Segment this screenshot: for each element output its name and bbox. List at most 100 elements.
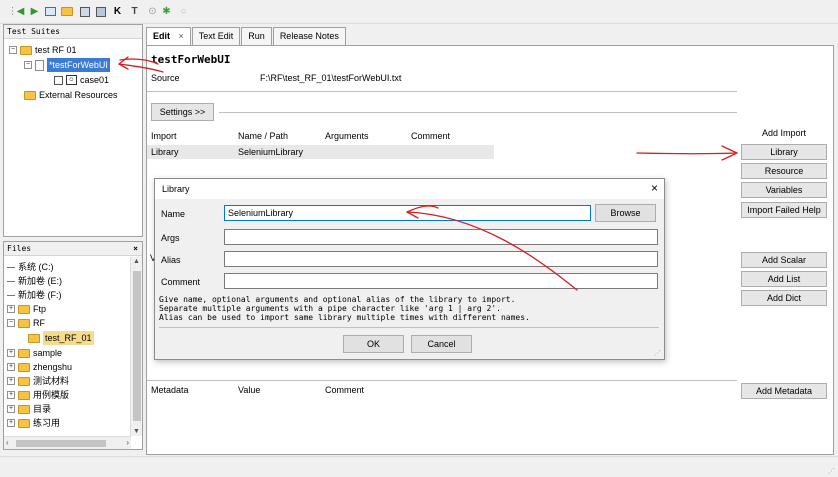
args-label: Args [161, 233, 180, 243]
file-item[interactable]: + zhengshu [7, 360, 72, 374]
alias-input[interactable] [224, 251, 658, 267]
file-item-label: 新加卷 (E:) [18, 276, 62, 286]
file-item[interactable]: 新加卷 (E:) [7, 274, 62, 288]
file-item[interactable]: + 用例模版 [7, 388, 69, 402]
circle-icon[interactable]: ○ [177, 5, 190, 18]
args-input[interactable] [224, 229, 658, 245]
add-scalar-button[interactable]: Add Scalar [741, 252, 827, 268]
stop-icon[interactable]: ✱ [160, 5, 173, 18]
test-suites-title: Test Suites [4, 25, 142, 39]
browse-button[interactable]: Browse [595, 204, 656, 222]
tab-run[interactable]: Run [241, 27, 272, 45]
scroll-left-icon[interactable]: ‹ [6, 438, 9, 447]
tree-item-case01[interactable]: ☺ case01 [54, 73, 109, 87]
scroll-down-icon[interactable]: ▼ [133, 428, 140, 435]
add-metadata-button[interactable]: Add Metadata [741, 383, 827, 399]
collapse-icon[interactable]: − [9, 46, 17, 54]
library-button[interactable]: Library [741, 144, 827, 160]
collapse-icon[interactable]: − [7, 319, 15, 327]
settings-button[interactable]: Settings >> [151, 103, 214, 121]
resource-button[interactable]: Resource [741, 163, 827, 179]
cancel-button[interactable]: Cancel [411, 335, 472, 353]
horizontal-scrollbar[interactable]: ‹ › [4, 436, 131, 449]
folder-icon [28, 333, 40, 343]
expand-icon[interactable]: + [7, 391, 15, 399]
file-item[interactable]: 新加卷 (F:) [7, 288, 62, 302]
file-item[interactable]: + 测试材料 [7, 374, 69, 388]
folder-icon [18, 348, 30, 358]
file-item[interactable]: test_RF_01 [28, 331, 94, 345]
metadata-table-header: Metadata Value Comment [147, 380, 737, 398]
run-icon[interactable]: ⊙ [146, 5, 159, 18]
tree-item-label: test RF 01 [35, 45, 77, 55]
file-item-label: 目录 [33, 404, 52, 414]
status-bar: ⋰ [0, 456, 838, 477]
file-item[interactable]: + 目录 [7, 402, 51, 416]
tab-release-notes[interactable]: Release Notes [272, 27, 346, 45]
file-item[interactable]: + Ftp [7, 302, 46, 316]
dialog-title: Library [162, 184, 190, 194]
scroll-up-icon[interactable]: ▲ [133, 258, 140, 265]
name-input[interactable]: SeleniumLibrary [224, 205, 591, 221]
expand-icon[interactable]: + [7, 419, 15, 427]
file-item-label: RF [33, 318, 45, 328]
tab-text-edit[interactable]: Text Edit [191, 27, 241, 45]
save-icon[interactable] [78, 5, 91, 18]
add-dict-button[interactable]: Add Dict [741, 290, 827, 306]
folder-icon [18, 362, 30, 372]
keyword-icon[interactable]: K [111, 5, 124, 18]
back-arrow-icon[interactable]: ◀ [14, 5, 27, 18]
expand-icon[interactable]: + [7, 363, 15, 371]
tree-item-label: case01 [80, 75, 110, 85]
scroll-thumb[interactable] [16, 440, 106, 447]
column-header: Metadata [151, 385, 189, 395]
table-cell[interactable]: SeleniumLibrary [238, 145, 303, 159]
scroll-thumb[interactable] [133, 271, 141, 421]
forward-arrow-icon[interactable]: ▶ [28, 5, 41, 18]
ok-button[interactable]: OK [343, 335, 404, 353]
expand-icon[interactable]: + [7, 305, 15, 313]
folder-icon[interactable] [60, 5, 73, 18]
save-all-icon[interactable] [94, 5, 107, 18]
close-icon[interactable]: × [133, 242, 142, 255]
table-cell[interactable]: Library [151, 145, 179, 159]
import-failed-help-button[interactable]: Import Failed Help [741, 202, 827, 218]
dialog-title-bar: Library × [155, 179, 664, 199]
tree-item-external-resources[interactable]: External Resources [24, 88, 118, 102]
add-list-button[interactable]: Add List [741, 271, 827, 287]
table-row[interactable]: Library SeleniumLibrary [147, 145, 494, 159]
comment-input[interactable] [224, 273, 658, 289]
file-item[interactable]: 系统 (C:) [7, 260, 54, 274]
file-item-label: 练习用 [33, 418, 61, 428]
file-item[interactable]: + sample [7, 346, 62, 360]
tree-item-testforwebui[interactable]: − *testForWebUI [24, 58, 110, 72]
expand-icon[interactable]: + [7, 405, 15, 413]
file-item-label: 用例模版 [33, 390, 70, 400]
toolbar: ⋮ ◀ ▶ K T ⊙ ✱ ○ [0, 0, 838, 24]
variables-button[interactable]: Variables [741, 182, 827, 198]
column-header: Comment [411, 131, 451, 141]
files-title-bar: Files × [4, 242, 142, 256]
expand-icon[interactable]: + [7, 377, 15, 385]
resize-grip-icon[interactable]: ⋰ [654, 349, 661, 357]
comment-label: Comment [161, 277, 201, 287]
file-item[interactable]: + 练习用 [7, 416, 60, 430]
text-icon[interactable]: T [128, 5, 141, 18]
scroll-right-icon[interactable]: › [126, 438, 129, 447]
expand-icon[interactable]: + [7, 349, 15, 357]
tab-edit[interactable]: Edit × [146, 27, 191, 45]
collapse-icon[interactable]: − [24, 61, 32, 69]
resize-grip-icon[interactable]: ⋰ [828, 467, 835, 475]
close-icon[interactable]: × [651, 181, 658, 195]
name-label: Name [161, 209, 186, 219]
tab-label: Run [248, 31, 265, 41]
close-icon[interactable]: × [179, 31, 184, 41]
column-header: Name / Path [238, 131, 289, 141]
source-label: Source [151, 73, 180, 83]
file-item[interactable]: − RF [7, 316, 45, 330]
checkbox[interactable] [54, 75, 63, 85]
vertical-scrollbar[interactable]: ▲ ▼ [130, 257, 142, 436]
open-suite-icon[interactable] [44, 5, 57, 18]
file-item-label: Ftp [33, 304, 47, 314]
tree-item-test-rf-01[interactable]: − test RF 01 [9, 43, 77, 57]
